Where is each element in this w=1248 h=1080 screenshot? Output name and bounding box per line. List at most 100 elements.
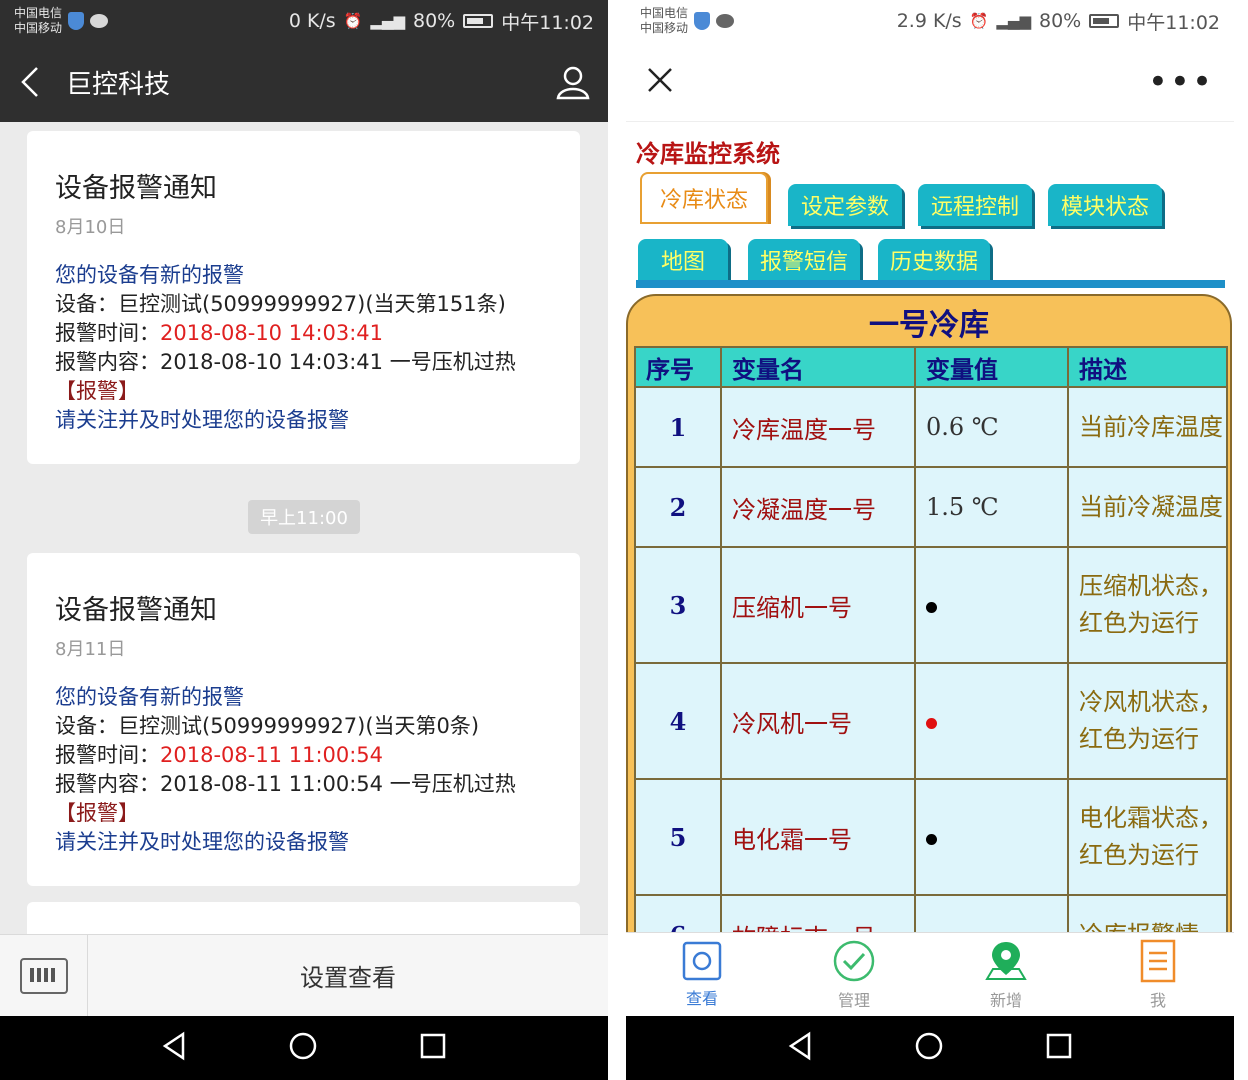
device-label: 设备： xyxy=(55,714,118,738)
alarm-content-value: 2018-08-11 11:00:54 一号压机过热 xyxy=(160,772,516,796)
nav-home-icon[interactable] xyxy=(914,1031,944,1065)
variable-value xyxy=(914,894,1069,932)
signal-icon: ▂▄▆ xyxy=(996,12,1031,30)
battery-percent: 80% xyxy=(1039,10,1082,32)
alarm-message-card[interactable]: 设备报警通知 8月10日 您的设备有新的报警 设备：巨控测试(509999999… xyxy=(27,131,580,464)
status-bar: 中国电信 中国移动 2.9 K/s ⏰ ▂▄▆ 80% 中午11:02 xyxy=(626,0,1234,42)
variable-name: 冷库温度一号 xyxy=(720,386,916,468)
table-row: 5 电化霜一号 电化霜状态，红色为运行 xyxy=(634,778,1228,896)
more-options-icon[interactable]: ••• xyxy=(1148,65,1214,99)
column-header: 变量名 xyxy=(720,346,916,388)
tab-set-parameters[interactable]: 设定参数 xyxy=(788,184,902,226)
location-pin-icon xyxy=(985,941,1027,980)
alarm-content-label: 报警内容： xyxy=(55,772,160,796)
clock: 中午11:02 xyxy=(501,11,594,34)
variable-description: 冷库报警情 xyxy=(1067,894,1228,932)
tab-map[interactable]: 地图 xyxy=(638,239,728,281)
column-header: 序号 xyxy=(634,346,722,388)
system-nav-bar xyxy=(626,1016,1234,1080)
table-row: 1 冷库温度一号 0.6 ℃ 当前冷库温度 xyxy=(634,386,1228,468)
alarm-time-line: 报警时间：2018-08-10 14:03:41 xyxy=(55,319,552,348)
view-icon xyxy=(682,941,722,980)
status-indicator-dot xyxy=(926,834,937,845)
table-row: 4 冷风机一号 冷风机状态，红色为运行 xyxy=(634,662,1228,780)
message-footer: 请关注并及时处理您的设备报警 xyxy=(55,830,349,854)
variables-table: 序号 变量名 变量值 描述 1 冷库温度一号 0.6 ℃ 当前冷库温度 2 冷凝… xyxy=(634,346,1228,932)
system-title: 冷库监控系统 xyxy=(636,140,780,168)
chat-title: 巨控科技 xyxy=(66,69,171,100)
tab-view[interactable]: 查看 xyxy=(626,933,778,1016)
variable-name: 故障标志一号 xyxy=(720,894,916,932)
message-title: 设备报警通知 xyxy=(55,595,217,626)
alarm-clock-icon: ⏰ xyxy=(343,12,363,30)
nav-recents-icon[interactable] xyxy=(419,1032,447,1064)
chat-bubble-icon xyxy=(716,14,735,28)
table-row: 3 压缩机一号 压缩机状态，红色为运行 xyxy=(634,546,1228,664)
alarm-content-label: 报警内容： xyxy=(55,350,160,374)
check-circle-icon xyxy=(833,940,875,981)
monitor-page: 冷库监控系统 冷库状态 设定参数 远程控制 模块状态 地图 报警短信 历史数据 … xyxy=(626,122,1234,932)
variable-value xyxy=(914,778,1069,896)
battery-icon xyxy=(1089,14,1120,28)
message-footer: 请关注并及时处理您的设备报警 xyxy=(55,408,349,432)
tab-add[interactable]: 新增 xyxy=(930,933,1082,1016)
tab-manage[interactable]: 管理 xyxy=(778,933,930,1016)
row-number: 3 xyxy=(634,546,722,664)
alarm-time-label: 报警时间： xyxy=(55,743,160,767)
alarm-message-card[interactable]: 设备报警通知 8月11日 您的设备有新的报警 设备：巨控测试(509999999… xyxy=(27,553,580,886)
tab-label: 我 xyxy=(1149,990,1166,1010)
message-intro: 您的设备有新的报警 xyxy=(55,685,244,709)
tab-underline xyxy=(636,280,1225,288)
nav-recents-icon[interactable] xyxy=(1045,1032,1073,1064)
nav-back-icon[interactable] xyxy=(787,1031,813,1065)
shield-icon xyxy=(68,12,85,30)
keyboard-toggle-button[interactable] xyxy=(0,935,88,1017)
carrier-1: 中国电信 xyxy=(640,6,689,20)
carrier-2: 中国移动 xyxy=(14,21,63,35)
time-separator: 早上11:00 xyxy=(248,500,360,534)
variable-description: 冷风机状态，红色为运行 xyxy=(1067,662,1228,780)
nav-home-icon[interactable] xyxy=(288,1031,318,1065)
chat-header: 巨控科技 xyxy=(0,42,608,122)
variable-name: 压缩机一号 xyxy=(720,546,916,664)
menu-item-settings-view[interactable]: 设置查看 xyxy=(88,935,608,1016)
battery-icon xyxy=(463,14,494,28)
device-value: 巨控测试(50999999927)(当天第151条) xyxy=(118,292,506,316)
variable-name: 冷风机一号 xyxy=(720,662,916,780)
row-number: 6 xyxy=(634,894,722,932)
battery-percent: 80% xyxy=(413,10,456,32)
message-date: 8月10日 xyxy=(55,217,126,238)
status-bar: 中国电信 中国移动 0 K/s ⏰ ▂▄▆ 80% 中午11:02 xyxy=(0,0,608,42)
document-list-icon xyxy=(1140,939,1176,982)
tab-module-status[interactable]: 模块状态 xyxy=(1048,184,1162,226)
shield-icon xyxy=(694,12,711,30)
tab-history-data[interactable]: 历史数据 xyxy=(878,239,990,281)
tab-alarm-sms[interactable]: 报警短信 xyxy=(748,239,860,281)
tab-remote-control[interactable]: 远程控制 xyxy=(918,184,1032,226)
webview-header: ••• xyxy=(626,42,1234,122)
variable-name: 电化霜一号 xyxy=(720,778,916,896)
monitor-webview-screen: 中国电信 中国移动 2.9 K/s ⏰ ▂▄▆ 80% 中午11:02 ••• … xyxy=(626,0,1234,1080)
variable-description: 压缩机状态，红色为运行 xyxy=(1067,546,1228,664)
signal-icon: ▂▄▆ xyxy=(370,12,405,30)
row-number: 5 xyxy=(634,778,722,896)
tab-me[interactable]: 我 xyxy=(1082,933,1234,1016)
back-arrow-icon[interactable] xyxy=(0,42,60,122)
status-indicator-dot xyxy=(926,718,937,729)
alarm-tag: 【报警】 xyxy=(55,801,139,825)
device-line: 设备：巨控测试(50999999927)(当天第0条) xyxy=(55,712,552,741)
profile-icon[interactable] xyxy=(538,42,608,122)
alarm-tag: 【报警】 xyxy=(55,379,139,403)
close-icon[interactable] xyxy=(646,66,674,98)
carrier-2: 中国移动 xyxy=(640,21,689,35)
variable-description: 电化霜状态，红色为运行 xyxy=(1067,778,1228,896)
column-header: 变量值 xyxy=(914,346,1069,388)
variable-value xyxy=(914,546,1069,664)
variable-value xyxy=(914,662,1069,780)
keyboard-icon xyxy=(19,958,68,994)
tab-cold-storage-status[interactable]: 冷库状态 xyxy=(640,172,768,224)
variable-value: 0.6 ℃ xyxy=(914,386,1069,468)
screen-divider xyxy=(608,0,626,1080)
nav-back-icon[interactable] xyxy=(161,1031,187,1065)
alarm-time-value: 2018-08-10 14:03:41 xyxy=(160,321,384,345)
